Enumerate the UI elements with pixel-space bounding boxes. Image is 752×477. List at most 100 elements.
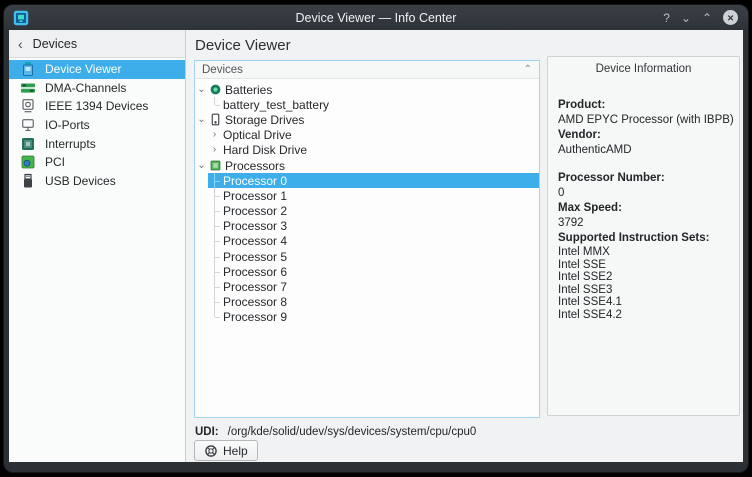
tree-item-label: Processor 6 <box>221 265 287 279</box>
expander-open-icon[interactable]: ⌄ <box>195 115 208 125</box>
tree-item-row: Processor 9 <box>208 310 539 325</box>
info-section-gap <box>558 158 729 171</box>
tree-branch-line <box>208 249 221 264</box>
udi-value: /org/kde/solid/udev/sys/devices/system/c… <box>228 426 477 438</box>
sidebar-item-label: IEEE 1394 Devices <box>45 99 148 113</box>
tree-item-label: Processor 2 <box>221 204 287 218</box>
tree-item-processor-0[interactable]: Processor 0 <box>195 173 539 188</box>
info-panel-title: Device Information <box>548 63 739 75</box>
sidebar-item-io-ports[interactable]: IO-Ports <box>9 116 185 135</box>
sidebar: ‹ Devices Device Viewer DMA-Channels IEEE … <box>9 30 186 462</box>
sidebar-item-label: IO-Ports <box>45 118 90 132</box>
window-controls: ? ⌄ ⌃ ✕ <box>663 10 738 25</box>
sidebar-item-label: PCI <box>45 155 65 169</box>
sidebar-item-pci[interactable]: PCI <box>9 153 185 172</box>
help-button-label: Help <box>223 444 248 458</box>
sort-indicator-icon[interactable]: ⌃ <box>524 65 532 75</box>
tree-header[interactable]: Devices ⌃ <box>195 61 539 79</box>
tree-item-row: battery_test_battery <box>208 97 539 112</box>
tree-item-row: Processor 2 <box>208 204 539 219</box>
sidebar-header-label: Devices <box>33 37 77 51</box>
info-field-label: Processor Number: <box>558 171 729 186</box>
window-title: Device Viewer — Info Center <box>4 11 748 25</box>
info-field-value: AMD EPYC Processor (with IBPB) <box>558 113 729 128</box>
tree-item-processor-8[interactable]: Processor 8 <box>195 295 539 310</box>
tree-item-row: ›Optical Drive <box>208 128 539 143</box>
main-area: Device Viewer Devices ⌃ ⌄ Batteriesbatter… <box>186 30 743 462</box>
sidebar-item-label: USB Devices <box>45 174 116 188</box>
back-chevron-icon: ‹ <box>18 37 23 51</box>
instruction-set-value: Intel SSE4.1 <box>558 296 729 309</box>
info-field-label: Vendor: <box>558 128 729 143</box>
tree-item-processor-3[interactable]: Processor 3 <box>195 219 539 234</box>
tree-item-processors[interactable]: ⌄ Processors <box>195 158 539 173</box>
sidebar-item-usb-devices[interactable]: USB Devices <box>9 172 185 191</box>
tree-item-processor-2[interactable]: Processor 2 <box>195 204 539 219</box>
tree-branch-line <box>208 97 221 112</box>
titlebar-help-button[interactable]: ? <box>663 12 670 24</box>
tree-item-row: ›Hard Disk Drive <box>208 143 539 158</box>
info-center-window: Device Viewer — Info Center ? ⌄ ⌃ ✕ ‹ De… <box>4 5 748 472</box>
info-field-label: Product: <box>558 98 729 113</box>
close-icon: ✕ <box>727 14 734 22</box>
tree-item-storage-drives[interactable]: ⌄Storage Drives <box>195 112 539 127</box>
tree-item-label: Processor 0 <box>221 174 287 188</box>
tree-item-label: Processors <box>223 159 285 173</box>
expander-closed-icon[interactable]: › <box>208 130 221 140</box>
info-field-value: AuthenticAMD <box>558 143 729 158</box>
sidebar-item-ieee-1394-devices[interactable]: IEEE 1394 Devices <box>9 97 185 116</box>
titlebar[interactable]: Device Viewer — Info Center ? ⌄ ⌃ ✕ <box>4 5 748 30</box>
io-ports-icon <box>20 117 36 133</box>
device-information-panel: Device Information Product:AMD EPYC Proc… <box>547 56 740 416</box>
tree-item-optical-drive[interactable]: ›Optical Drive <box>195 128 539 143</box>
tree-branch-line <box>208 295 221 310</box>
sidebar-item-dma-channels[interactable]: DMA-Channels <box>9 79 185 98</box>
expander-closed-icon[interactable]: › <box>208 145 221 155</box>
usb-icon <box>20 173 36 189</box>
back-to-devices[interactable]: ‹ Devices <box>9 30 185 58</box>
sidebar-item-interrupts[interactable]: Interrupts <box>9 134 185 153</box>
tree-branch-line <box>208 310 221 325</box>
minimize-button[interactable]: ⌄ <box>681 12 691 24</box>
tree-item-processor-5[interactable]: Processor 5 <box>195 249 539 264</box>
maximize-button[interactable]: ⌃ <box>702 12 712 24</box>
tree-item-row: Processor 4 <box>208 234 539 249</box>
tree-branch-line <box>208 188 221 203</box>
tree-item-hard-disk-drive[interactable]: ›Hard Disk Drive <box>195 143 539 158</box>
tree-item-processor-6[interactable]: Processor 6 <box>195 264 539 279</box>
info-field-label: Max Speed: <box>558 201 729 216</box>
tree-item-label: Processor 3 <box>221 219 287 233</box>
expander-open-icon[interactable]: ⌄ <box>195 85 208 95</box>
tree-rows: ⌄ Batteriesbattery_test_battery⌄Storage D… <box>195 79 539 325</box>
expander-open-icon[interactable]: ⌄ <box>195 161 208 171</box>
tree-item-label: Batteries <box>223 83 272 97</box>
devices-tree-panel: Devices ⌃ ⌄ Batteriesbattery_test_battery… <box>194 60 540 418</box>
info-field-label: Supported Instruction Sets: <box>558 231 729 246</box>
tree-item-label: Hard Disk Drive <box>221 143 307 157</box>
tree-item-batteries[interactable]: ⌄ Batteries <box>195 82 539 97</box>
page-title: Device Viewer <box>195 37 291 54</box>
tree-item-battery-test-battery[interactable]: battery_test_battery <box>195 97 539 112</box>
tree-branch-line <box>208 234 221 249</box>
tree-item-processor-4[interactable]: Processor 4 <box>195 234 539 249</box>
tree-item-processor-1[interactable]: Processor 1 <box>195 188 539 203</box>
close-button[interactable]: ✕ <box>723 10 738 25</box>
pci-icon <box>20 154 36 170</box>
info-field-value: 0 <box>558 186 729 201</box>
sidebar-item-label: DMA-Channels <box>45 81 126 95</box>
instruction-set-value: Intel SSE <box>558 259 729 272</box>
tree-item-processor-9[interactable]: Processor 9 <box>195 310 539 325</box>
tree-branch-line <box>208 173 221 188</box>
instruction-set-value: Intel SSE3 <box>558 284 729 297</box>
tree-item-label: Processor 9 <box>221 310 287 324</box>
tree-item-label: Processor 8 <box>221 295 287 309</box>
tree-item-processor-7[interactable]: Processor 7 <box>195 279 539 294</box>
tree-item-row: Processor 1 <box>208 188 539 203</box>
battery-icon <box>208 83 223 96</box>
tree-item-row: Processor 6 <box>208 264 539 279</box>
tree-header-label: Devices <box>202 64 243 76</box>
window-content: ‹ Devices Device Viewer DMA-Channels IEEE … <box>9 30 743 462</box>
help-button[interactable]: Help <box>194 440 258 461</box>
dma-channels-icon <box>20 80 36 96</box>
sidebar-item-device-viewer[interactable]: Device Viewer <box>9 60 185 79</box>
